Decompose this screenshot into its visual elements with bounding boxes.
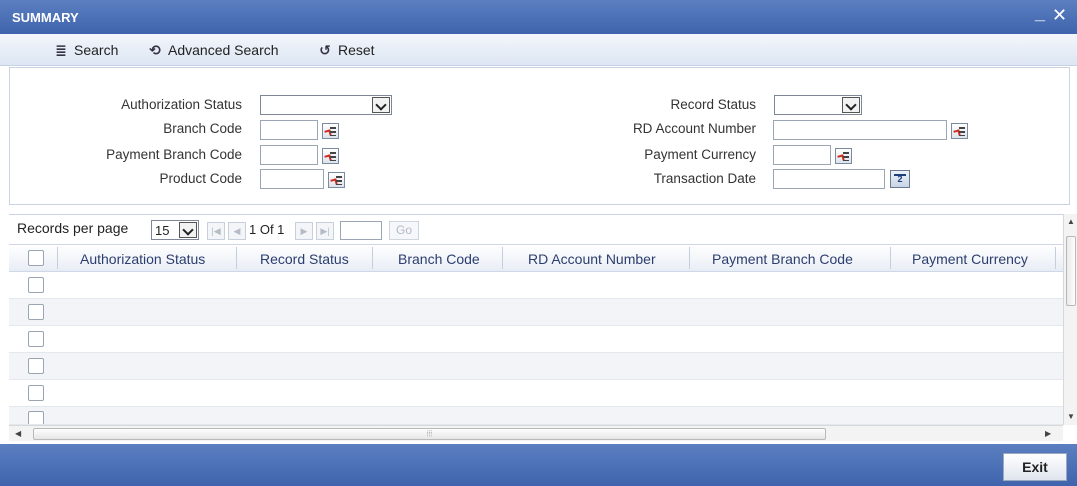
table-row[interactable]: [9, 272, 1064, 299]
search-label: Search: [74, 42, 119, 58]
chevron-down-icon: [179, 222, 197, 238]
advanced-search-button[interactable]: ⟲ Advanced Search: [146, 42, 279, 59]
branch-code-input[interactable]: [260, 120, 318, 140]
horizontal-scrollbar[interactable]: ◀ ⦙⦙⦙ ▶: [9, 425, 1063, 441]
page-number-input[interactable]: [340, 221, 382, 240]
table-row[interactable]: [9, 299, 1064, 326]
footer-bar: Exit: [0, 444, 1077, 486]
payment-branch-code-input[interactable]: [260, 145, 318, 165]
transaction-date-input[interactable]: [773, 169, 885, 189]
list-of-values-icon[interactable]: [322, 123, 339, 139]
record-status-select[interactable]: [774, 95, 862, 115]
records-per-page-label: Records per page: [17, 220, 129, 236]
table-row[interactable]: [9, 353, 1064, 380]
column-header[interactable]: RD Account Number: [528, 251, 656, 267]
row-checkbox[interactable]: [28, 304, 44, 320]
vertical-scrollbar[interactable]: ▲ ▼: [1063, 214, 1077, 425]
row-checkbox[interactable]: [28, 331, 44, 347]
reset-icon: ↺: [319, 42, 331, 58]
scroll-up-icon[interactable]: ▲: [1067, 217, 1075, 226]
previous-page-button[interactable]: ◀: [228, 222, 246, 240]
select-all-checkbox[interactable]: [28, 250, 44, 266]
table-row[interactable]: [9, 380, 1064, 407]
rd-account-number-input[interactable]: [773, 120, 947, 140]
column-header[interactable]: Payment Currency: [912, 251, 1028, 267]
reset-label: Reset: [338, 42, 375, 58]
window-title: SUMMARY: [12, 10, 79, 25]
rd-account-number-label: RD Account Number: [632, 121, 756, 136]
authorization-status-label: Authorization Status: [121, 97, 242, 112]
advanced-search-icon: ⟲: [149, 42, 161, 58]
payment-currency-label: Payment Currency: [644, 147, 756, 162]
exit-button[interactable]: Exit: [1003, 453, 1067, 481]
first-page-button[interactable]: |◀: [207, 222, 225, 240]
authorization-status-select[interactable]: [260, 95, 392, 115]
chevron-down-icon: [842, 97, 860, 113]
column-header[interactable]: Authorization Status: [80, 251, 205, 267]
grid-header-row: Authorization Status Record Status Branc…: [9, 244, 1064, 272]
column-header[interactable]: Payment Branch Code: [712, 251, 853, 267]
payment-branch-code-label: Payment Branch Code: [106, 147, 242, 162]
last-page-button[interactable]: ▶|: [316, 222, 334, 240]
search-db-icon: ≣: [55, 42, 67, 58]
list-of-values-icon[interactable]: [951, 123, 968, 139]
toolbar: ≣ Search ⟲ Advanced Search ↺ Reset: [0, 34, 1077, 66]
payment-currency-input[interactable]: [773, 145, 831, 165]
column-header[interactable]: Record Status: [260, 251, 349, 267]
chevron-down-icon: [372, 97, 390, 113]
row-checkbox[interactable]: [28, 411, 44, 424]
go-button[interactable]: Go: [389, 221, 419, 240]
reset-button[interactable]: ↺ Reset: [316, 42, 375, 59]
product-code-label: Product Code: [159, 171, 242, 186]
table-row[interactable]: [9, 407, 1064, 425]
vertical-scroll-thumb[interactable]: [1066, 236, 1076, 306]
list-of-values-icon[interactable]: [835, 148, 852, 164]
branch-code-label: Branch Code: [163, 121, 242, 136]
row-checkbox[interactable]: [28, 385, 44, 401]
scroll-left-icon[interactable]: ◀: [15, 429, 21, 438]
record-status-label: Record Status: [670, 97, 756, 112]
search-criteria-panel: Authorization Status Branch Code Payment…: [9, 67, 1070, 205]
scroll-right-icon[interactable]: ▶: [1045, 429, 1051, 438]
product-code-input[interactable]: [260, 169, 324, 189]
close-button[interactable]: ✕: [1052, 6, 1067, 24]
row-checkbox[interactable]: [28, 277, 44, 293]
scroll-down-icon[interactable]: ▼: [1067, 412, 1075, 421]
column-header[interactable]: Branch Code: [398, 251, 480, 267]
pager: Records per page: [17, 220, 128, 242]
advanced-search-label: Advanced Search: [168, 42, 279, 58]
horizontal-scroll-thumb[interactable]: ⦙⦙⦙: [33, 428, 826, 440]
minimize-button[interactable]: _: [1035, 4, 1045, 22]
calendar-icon[interactable]: 2: [890, 170, 910, 188]
row-checkbox[interactable]: [28, 358, 44, 374]
next-page-button[interactable]: ▶: [295, 222, 313, 240]
transaction-date-label: Transaction Date: [653, 171, 756, 186]
records-per-page-value: 15: [155, 223, 170, 238]
page-info: 1 Of 1: [249, 222, 285, 237]
search-button[interactable]: ≣ Search: [52, 42, 118, 59]
records-per-page-select[interactable]: 15: [151, 220, 199, 240]
list-of-values-icon[interactable]: [328, 172, 345, 188]
list-of-values-icon[interactable]: [322, 148, 339, 164]
table-row[interactable]: [9, 326, 1064, 353]
title-bar: SUMMARY _ ✕: [0, 0, 1077, 34]
